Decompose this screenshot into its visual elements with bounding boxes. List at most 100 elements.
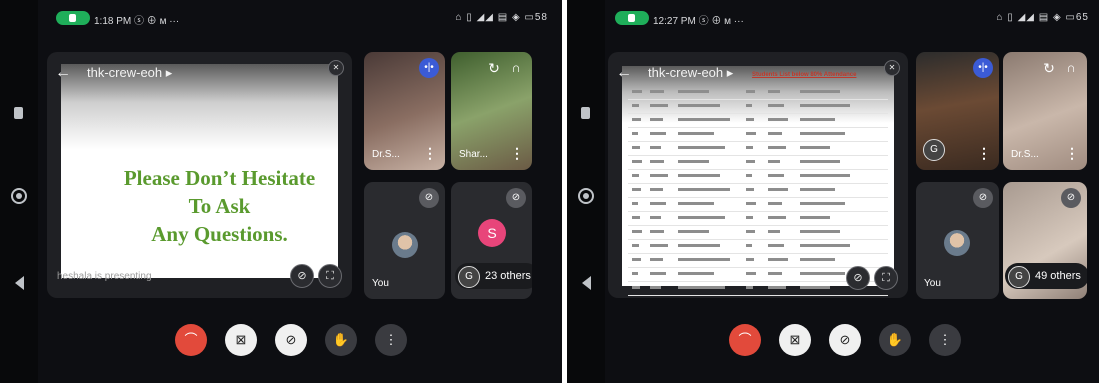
fullscreen-icon[interactable]: ⛶ (874, 266, 898, 290)
fullscreen-icon[interactable]: ⛶ (318, 264, 342, 288)
table-cell (800, 132, 845, 135)
table-cell (632, 132, 638, 135)
switch-camera-icon[interactable]: ↻ (1039, 58, 1059, 78)
recents-button[interactable] (14, 107, 23, 119)
table-cell (650, 272, 667, 275)
status-time: 1:18 PM ⓢ ⊕ ᴍ ··· (94, 16, 180, 27)
home-button[interactable] (11, 188, 27, 204)
table-cell (650, 146, 661, 149)
mic-toggle-button[interactable]: ⊘ (275, 324, 307, 356)
stage-pin-icon[interactable]: ⊘ (290, 264, 314, 288)
table-cell (768, 174, 784, 177)
others-tile[interactable]: ⊘ S G 23 others (451, 182, 532, 299)
avatar: S (478, 219, 506, 247)
meeting-screenshot-left: 1:18 PM ⓢ ⊕ ᴍ ··· ⌂ ▯ ◢◢ ▤ ◈ ▭58 Please … (0, 0, 562, 383)
table-cell (768, 202, 782, 205)
table-cell (678, 272, 715, 275)
recents-button[interactable] (581, 107, 590, 119)
end-call-button[interactable]: ⌒ (729, 324, 761, 356)
back-arrow-icon[interactable]: ← (55, 64, 71, 82)
android-nav-bar (567, 0, 605, 383)
table-cell (632, 174, 639, 177)
self-tile[interactable]: ⊘ You (916, 182, 999, 299)
more-options-icon[interactable]: ⋮ (977, 146, 991, 160)
table-cell (768, 230, 780, 233)
headphones-icon[interactable]: ∩ (1061, 58, 1081, 78)
camera-toggle-button[interactable]: ⊠ (225, 324, 257, 356)
meeting-title[interactable]: thk-crew-eoh ▸ (87, 65, 172, 81)
table-cell (768, 90, 780, 93)
slide-text-line-1: Please Don’t Hesitate To Ask (123, 166, 316, 218)
more-options-icon[interactable]: ⋮ (1065, 146, 1079, 160)
presentation-stage: Students List below 80% Attendance ← thk… (608, 52, 908, 298)
raise-hand-button[interactable]: ✋ (325, 324, 357, 356)
more-options-button[interactable]: ⋮ (929, 324, 961, 356)
speaking-indicator-icon: •|• (419, 58, 439, 78)
table-cell (800, 286, 830, 289)
more-options-icon[interactable]: ⋮ (510, 146, 524, 160)
participant-tile-1[interactable]: •|• G ⋮ (916, 52, 999, 170)
ongoing-call-pill[interactable] (615, 11, 649, 25)
table-cell (768, 188, 788, 191)
end-call-button[interactable]: ⌒ (175, 324, 207, 356)
camera-toggle-button[interactable]: ⊠ (779, 324, 811, 356)
back-nav-button[interactable] (15, 276, 24, 290)
stage-pin-icon[interactable]: ⊘ (846, 266, 870, 290)
table-cell (768, 244, 784, 247)
table-cell (650, 244, 668, 247)
participant-tile-1[interactable]: •|• Dr.S... ⋮ (364, 52, 445, 170)
table-row (628, 198, 888, 212)
table-cell (800, 258, 835, 261)
status-time: 12:27 PM ⓢ ⊕ ᴍ ··· (653, 16, 744, 27)
table-cell (746, 104, 752, 107)
status-icons: ⌂ ▯ ◢◢ ▤ ◈ ▭58 (455, 12, 548, 23)
table-row (628, 170, 888, 184)
home-button[interactable] (578, 188, 594, 204)
back-nav-button[interactable] (582, 276, 591, 290)
others-count-label: 23 others (485, 270, 531, 282)
others-count-label: 49 others (1035, 270, 1081, 282)
others-tile[interactable]: ⊘ G 49 others (1003, 182, 1087, 299)
back-arrow-icon[interactable]: ← (616, 64, 632, 82)
participant-tile-2[interactable]: ↻ ∩ Dr.S... ⋮ (1003, 52, 1087, 170)
table-cell (678, 104, 720, 107)
table-row (628, 100, 888, 114)
table-cell (650, 258, 663, 261)
table-cell (632, 90, 642, 93)
table-cell (650, 216, 661, 219)
self-tile[interactable]: ⊘ You (364, 182, 445, 299)
table-cell (632, 118, 641, 121)
meeting-title[interactable]: thk-crew-eoh ▸ (648, 65, 733, 81)
slide-banner: Students List below 80% Attendance (752, 72, 857, 78)
table-cell (678, 118, 730, 121)
table-cell (800, 230, 840, 233)
table-cell (678, 90, 710, 93)
others-count-chip[interactable]: G 23 others (455, 263, 532, 289)
speaking-indicator-icon: •|• (973, 58, 993, 78)
mic-toggle-button[interactable]: ⊘ (829, 324, 861, 356)
table-cell (768, 118, 788, 121)
others-count-chip[interactable]: G 49 others (1005, 263, 1087, 289)
table-cell (650, 174, 668, 177)
table-row (628, 226, 888, 240)
table-cell (678, 146, 725, 149)
participant-badge: G (920, 136, 946, 162)
more-options-button[interactable]: ⋮ (375, 324, 407, 356)
android-nav-bar (0, 0, 38, 383)
presentation-stage: Please Don’t Hesitate To Ask Any Questio… (47, 52, 352, 298)
table-row (628, 156, 888, 170)
table-row (628, 86, 888, 100)
table-cell (678, 160, 710, 163)
table-cell (800, 216, 830, 219)
avatar (944, 230, 970, 256)
table-cell (678, 230, 710, 233)
table-cell (746, 286, 753, 289)
participant-tile-2[interactable]: ↻ ∩ Shar... ⋮ (451, 52, 532, 170)
switch-camera-icon[interactable]: ↻ (484, 58, 504, 78)
table-cell (746, 230, 755, 233)
table-cell (800, 90, 840, 93)
more-options-icon[interactable]: ⋮ (423, 146, 437, 160)
ongoing-call-pill[interactable] (56, 11, 90, 25)
headphones-icon[interactable]: ∩ (506, 58, 526, 78)
raise-hand-button[interactable]: ✋ (879, 324, 911, 356)
